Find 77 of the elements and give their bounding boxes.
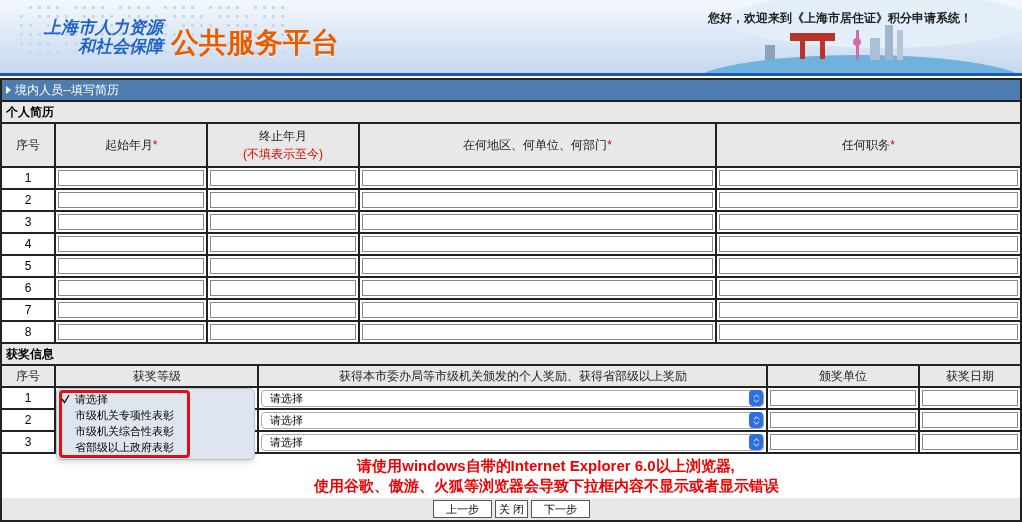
row-number: 2 (2, 190, 54, 210)
text-field[interactable] (210, 192, 356, 208)
column-header: 序号 (2, 366, 54, 386)
text-field[interactable] (58, 258, 204, 274)
text-field[interactable] (210, 280, 356, 296)
text-field[interactable] (719, 214, 1018, 230)
row-number: 6 (2, 278, 54, 298)
notice-text: 请使用windows自带的Internet Explorer 6.0以上浏览器, (357, 456, 735, 476)
text-field[interactable] (210, 214, 356, 230)
column-header: 起始年月* (56, 124, 206, 166)
nav-button[interactable]: 关 闭 (494, 500, 529, 518)
brand-subtitle: 和社会保障 (78, 37, 163, 56)
text-field[interactable] (210, 258, 356, 274)
row-number: 3 (2, 432, 54, 452)
welcome-text: 您好，欢迎来到《上海市居住证》积分申请系统！ (708, 10, 972, 27)
column-header: 在何地区、何单位、何部门* (360, 124, 715, 166)
text-field[interactable] (719, 192, 1018, 208)
text-field[interactable] (58, 324, 204, 340)
nav-button[interactable]: 上一步 (432, 500, 492, 518)
column-header: 颁奖单位 (768, 366, 918, 386)
row-number: 1 (2, 388, 54, 408)
row-number: 7 (2, 300, 54, 320)
section-title: 获奖信息 (2, 344, 1020, 364)
text-field[interactable] (58, 214, 204, 230)
text-field[interactable] (719, 236, 1018, 252)
row-number: 2 (2, 410, 54, 430)
select-field[interactable]: 请选择 (261, 411, 764, 429)
text-field[interactable] (210, 324, 356, 340)
column-header: 获奖等级 (56, 366, 257, 386)
text-field[interactable] (770, 434, 916, 450)
text-field[interactable] (58, 170, 204, 186)
column-header: 任何职务* (717, 124, 1020, 166)
column-header: 序号 (2, 124, 54, 166)
row-number: 5 (2, 256, 54, 276)
text-field[interactable] (58, 302, 204, 318)
text-field[interactable] (210, 236, 356, 252)
text-field[interactable] (210, 170, 356, 186)
text-field[interactable] (58, 192, 204, 208)
text-field[interactable] (719, 258, 1018, 274)
text-field[interactable] (922, 412, 1018, 428)
text-field[interactable] (362, 170, 713, 186)
select-field[interactable]: 请选择 (261, 389, 764, 407)
column-header: 获奖日期 (920, 366, 1020, 386)
select-field[interactable]: 请选择 (261, 433, 764, 451)
text-field[interactable] (362, 258, 713, 274)
notice-text: 使用谷歌、傲游、火狐等浏览器会导致下拉框内容不显示或者显示错误 (313, 476, 779, 496)
row-number: 8 (2, 322, 54, 342)
section-title: 个人简历 (2, 102, 1020, 122)
text-field[interactable] (719, 302, 1018, 318)
text-field[interactable] (362, 214, 713, 230)
text-field[interactable] (770, 412, 916, 428)
text-field[interactable] (362, 324, 713, 340)
row-number: 1 (2, 168, 54, 188)
text-field[interactable] (719, 280, 1018, 296)
platform-title: 公共服务平台 (171, 26, 339, 60)
row-number: 3 (2, 212, 54, 232)
text-field[interactable] (770, 390, 916, 406)
dropdown-option[interactable]: 省部级以上政府表彰 (61, 439, 254, 455)
text-field[interactable] (922, 434, 1018, 450)
dropdown-option[interactable]: 市级机关专项性表彰 (61, 407, 254, 423)
text-field[interactable] (362, 236, 713, 252)
column-header: 终止年月 (不填表示至今) (208, 124, 358, 166)
text-field[interactable] (58, 236, 204, 252)
text-field[interactable] (719, 324, 1018, 340)
text-field[interactable] (210, 302, 356, 318)
text-field[interactable] (719, 170, 1018, 186)
page-title-bar: 境内人员--填写简历 (2, 80, 1020, 100)
dropdown-option[interactable]: 请选择 (61, 391, 254, 407)
row-number: 4 (2, 234, 54, 254)
nav-button[interactable]: 下一步 (531, 500, 591, 518)
text-field[interactable] (58, 280, 204, 296)
text-field[interactable] (362, 280, 713, 296)
text-field[interactable] (922, 390, 1018, 406)
text-field[interactable] (362, 192, 713, 208)
column-header: 获得本市委办局等市级机关颁发的个人奖励、获得省部级以上奖励 (259, 366, 766, 386)
dropdown-option[interactable]: 市级机关综合性表彰 (61, 423, 254, 439)
text-field[interactable] (362, 302, 713, 318)
